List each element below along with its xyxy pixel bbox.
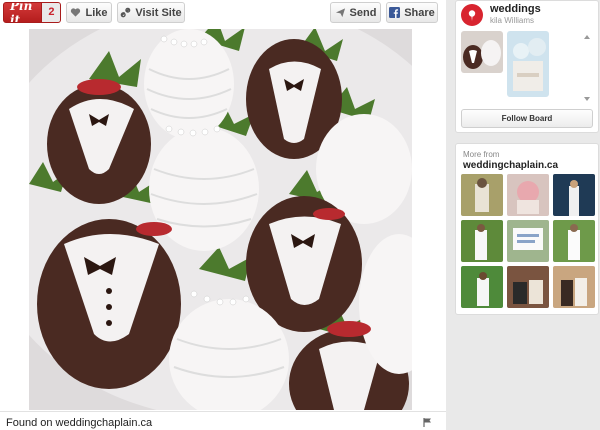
board-scrollbar[interactable] xyxy=(582,33,592,103)
related-pin-thumbnail[interactable] xyxy=(461,266,503,308)
visit-site-button[interactable]: Visit Site xyxy=(117,2,185,23)
more-from-card: More from weddingchaplain.ca xyxy=(455,143,599,315)
visit-site-label: Visit Site xyxy=(135,6,182,19)
pin-footer: Found on weddingchaplain.ca xyxy=(0,411,446,430)
related-pin-thumbnail[interactable] xyxy=(507,266,549,308)
related-pin-thumbnail[interactable] xyxy=(461,220,503,262)
found-on-link[interactable]: Found on weddingchaplain.ca xyxy=(6,417,152,429)
related-pin-thumbnail[interactable] xyxy=(507,220,549,262)
send-icon xyxy=(335,8,345,18)
board-thumbnail[interactable] xyxy=(461,31,503,73)
related-pin-thumbnail[interactable] xyxy=(461,174,503,216)
share-button[interactable]: Share xyxy=(386,2,438,23)
pin-it-button[interactable]: Pin it 2 xyxy=(3,2,61,23)
share-label: Share xyxy=(404,6,435,19)
avatar[interactable] xyxy=(461,4,483,26)
like-label: Like xyxy=(85,6,108,19)
board-owner[interactable]: kila Williams xyxy=(490,16,534,25)
more-from-source[interactable]: weddingchaplain.ca xyxy=(463,160,558,171)
pin-image[interactable] xyxy=(29,29,412,410)
heart-icon xyxy=(71,8,81,17)
related-pin-thumbnail[interactable] xyxy=(553,174,595,216)
related-pin-thumbnail[interactable] xyxy=(553,266,595,308)
action-bar: Pin it 2 Like Visit Site Send Share xyxy=(0,0,446,26)
related-pin-thumbnail[interactable] xyxy=(507,174,549,216)
send-label: Send xyxy=(349,6,377,19)
strawberries-photo xyxy=(29,29,412,410)
like-button[interactable]: Like xyxy=(66,2,112,23)
more-from-label: More from xyxy=(463,150,500,159)
board-card: weddings kila Williams Follow Board xyxy=(455,0,599,133)
flag-icon[interactable] xyxy=(423,418,432,427)
facebook-icon xyxy=(389,7,401,18)
follow-board-button[interactable]: Follow Board xyxy=(461,109,593,128)
board-thumbnails xyxy=(461,31,589,103)
link-icon xyxy=(121,7,131,18)
repin-count: 2 xyxy=(41,3,60,22)
related-pin-thumbnail[interactable] xyxy=(553,220,595,262)
board-name[interactable]: weddings xyxy=(490,3,541,15)
send-button[interactable]: Send xyxy=(330,2,381,23)
pin-panel: Pin it 2 Like Visit Site Send Share Foun… xyxy=(0,0,446,430)
pin-it-label: Pin it xyxy=(10,2,33,23)
board-thumbnail[interactable] xyxy=(507,31,549,97)
pin-icon xyxy=(468,10,476,21)
